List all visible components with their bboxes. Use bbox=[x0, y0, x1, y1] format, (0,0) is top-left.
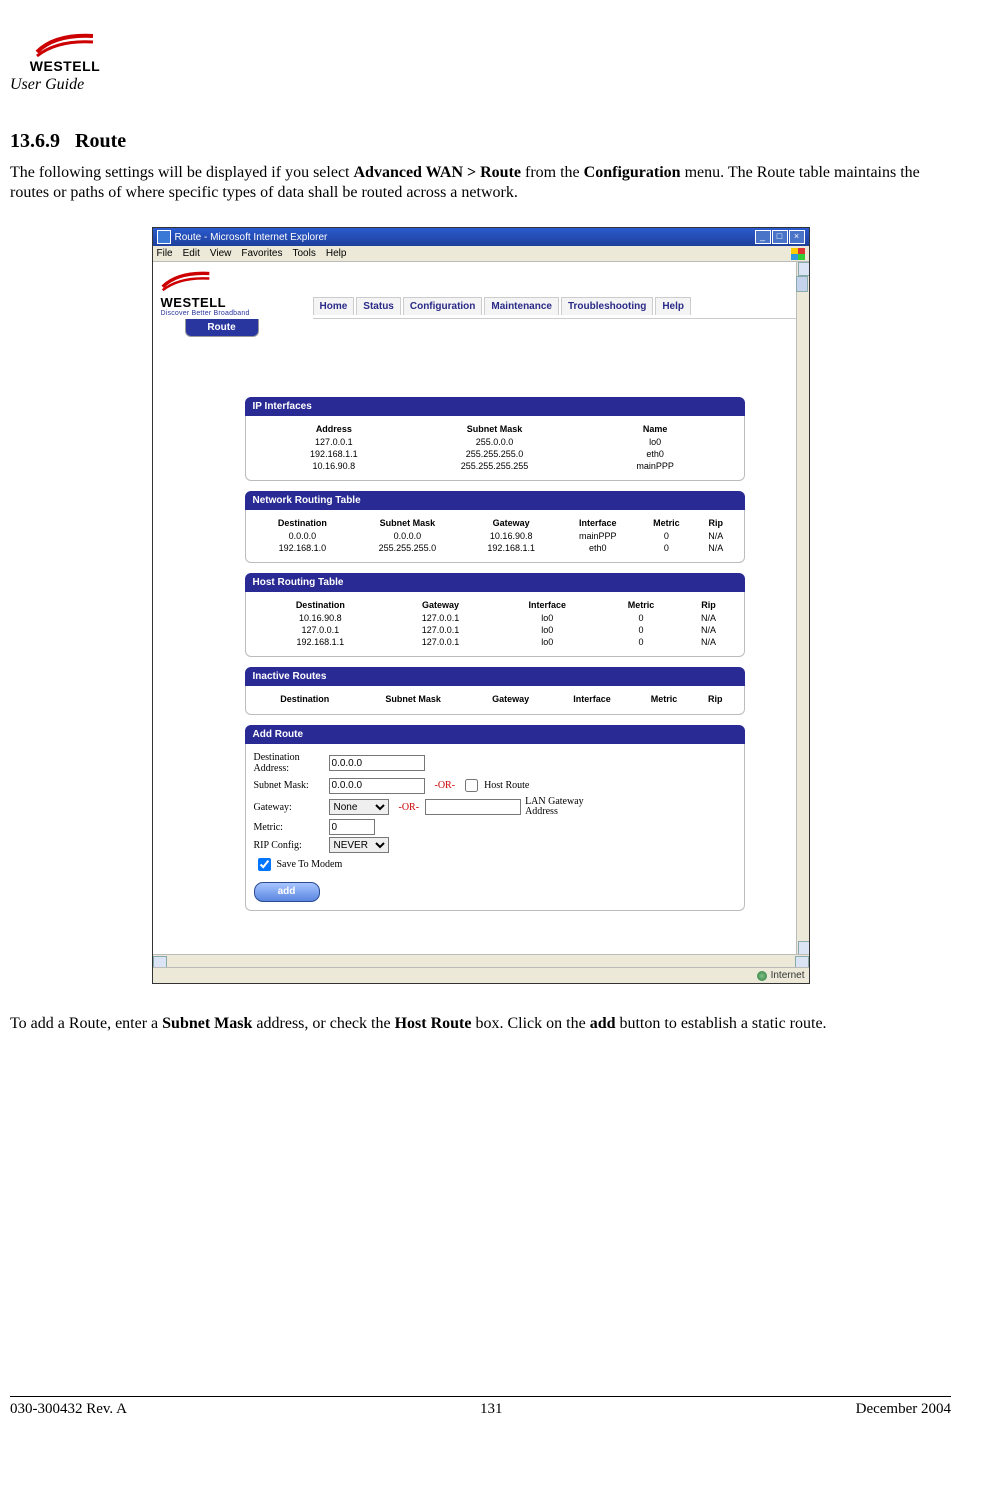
nav-status[interactable]: Status bbox=[356, 297, 401, 315]
titlebar: Route - Microsoft Internet Explorer _□× bbox=[153, 228, 809, 246]
viewport: WESTELL Discover Better Broadband Home S… bbox=[153, 262, 809, 967]
or-label-1: -OR- bbox=[435, 780, 456, 791]
swoosh-icon bbox=[35, 32, 95, 58]
section-number: 13.6.9 bbox=[10, 130, 60, 152]
panel-ip-interfaces: Address Subnet Mask Name 127.0.0.1255.0.… bbox=[245, 416, 745, 481]
westell-logo: WESTELL bbox=[10, 20, 120, 74]
panel-add-route: Destination Address: Subnet Mask: -OR- H… bbox=[245, 744, 745, 911]
nav-configuration[interactable]: Configuration bbox=[403, 297, 483, 315]
col-address: Address bbox=[254, 422, 415, 436]
status-bar: Internet bbox=[153, 967, 809, 983]
menu-view[interactable]: View bbox=[210, 248, 232, 259]
panel-inactive: DestinationSubnet MaskGatewayInterfaceMe… bbox=[245, 686, 745, 715]
section-title: Route bbox=[75, 130, 126, 152]
top-nav: Home Status Configuration Maintenance Tr… bbox=[313, 297, 797, 319]
nav-troubleshooting[interactable]: Troubleshooting bbox=[561, 297, 653, 315]
mask-label: Subnet Mask: bbox=[254, 780, 329, 791]
tagline: Discover Better Broadband bbox=[161, 310, 301, 317]
table-row: 10.16.90.8255.255.255.255mainPPP bbox=[254, 460, 736, 472]
page-footer: 030-300432 Rev. A 131 December 2004 bbox=[10, 1396, 951, 1418]
table-row: 192.168.1.1127.0.0.1lo00N/A bbox=[254, 636, 736, 648]
metric-input[interactable] bbox=[329, 819, 375, 835]
table-row: 0.0.0.00.0.0.010.16.90.8mainPPP0N/A bbox=[254, 530, 736, 542]
lan-gateway-input[interactable] bbox=[425, 799, 521, 815]
panel-ip-interfaces-title: IP Interfaces bbox=[245, 397, 745, 416]
table-row: 192.168.1.0255.255.255.0192.168.1.1eth00… bbox=[254, 542, 736, 554]
panel-hrt: DestinationGatewayInterfaceMetricRip 10.… bbox=[245, 592, 745, 657]
save-to-modem-label: Save To Modem bbox=[277, 859, 343, 870]
document-header: WESTELL bbox=[10, 20, 951, 74]
table-row: 127.0.0.1127.0.0.1lo00N/A bbox=[254, 624, 736, 636]
windows-flag-icon bbox=[791, 248, 805, 260]
panel-add-route-title: Add Route bbox=[245, 725, 745, 744]
rip-label: RIP Config: bbox=[254, 840, 329, 851]
add-button[interactable]: add bbox=[254, 882, 320, 902]
host-route-label: Host Route bbox=[484, 780, 529, 791]
section-heading: 13.6.9 Route bbox=[10, 130, 951, 153]
menu-file[interactable]: File bbox=[157, 248, 173, 259]
panel-nrt-title: Network Routing Table bbox=[245, 491, 745, 510]
page-logo: WESTELL Discover Better Broadband bbox=[155, 262, 307, 319]
save-to-modem-checkbox[interactable] bbox=[258, 858, 271, 871]
gateway-label: Gateway: bbox=[254, 802, 329, 813]
table-row: 10.16.90.8127.0.0.1lo00N/A bbox=[254, 612, 736, 624]
vertical-scrollbar[interactable] bbox=[796, 262, 809, 955]
gateway-select[interactable]: None bbox=[329, 799, 389, 815]
table-row: 127.0.0.1255.0.0.0lo0 bbox=[254, 436, 736, 448]
col-subnet: Subnet Mask bbox=[414, 422, 575, 436]
maximize-button[interactable]: □ bbox=[772, 230, 788, 244]
rip-select[interactable]: NEVER bbox=[329, 837, 389, 853]
metric-label: Metric: bbox=[254, 822, 329, 833]
lan-gateway-label: LAN Gateway Address bbox=[525, 797, 605, 817]
outro-paragraph: To add a Route, enter a Subnet Mask addr… bbox=[10, 1014, 951, 1034]
or-label-2: -OR- bbox=[399, 802, 420, 813]
footer-page: 131 bbox=[480, 1401, 503, 1418]
footer-left: 030-300432 Rev. A bbox=[10, 1401, 127, 1418]
menu-tools[interactable]: Tools bbox=[292, 248, 315, 259]
nav-maintenance[interactable]: Maintenance bbox=[484, 297, 559, 315]
panel-nrt: DestinationSubnet MaskGatewayInterfaceMe… bbox=[245, 510, 745, 563]
dest-label: Destination Address: bbox=[254, 752, 329, 774]
menu-favorites[interactable]: Favorites bbox=[241, 248, 282, 259]
ie-icon bbox=[157, 230, 171, 244]
col-name: Name bbox=[575, 422, 736, 436]
logo-text: WESTELL bbox=[30, 58, 100, 74]
close-button[interactable]: × bbox=[789, 230, 805, 244]
window-title: Route - Microsoft Internet Explorer bbox=[175, 232, 328, 243]
intro-paragraph: The following settings will be displayed… bbox=[10, 163, 951, 203]
minimize-button[interactable]: _ bbox=[755, 230, 771, 244]
horizontal-scrollbar[interactable] bbox=[153, 954, 809, 967]
dest-input[interactable] bbox=[329, 755, 425, 771]
side-tab-route[interactable]: Route bbox=[185, 319, 259, 337]
mask-input[interactable] bbox=[329, 778, 425, 794]
status-text: Internet bbox=[771, 970, 805, 981]
panel-hrt-title: Host Routing Table bbox=[245, 573, 745, 592]
swoosh-icon bbox=[161, 270, 211, 292]
nav-help[interactable]: Help bbox=[655, 297, 691, 315]
ie-window: Route - Microsoft Internet Explorer _□× … bbox=[152, 227, 810, 984]
globe-icon bbox=[757, 971, 767, 981]
menubar: File Edit View Favorites Tools Help bbox=[153, 246, 809, 262]
panel-inactive-title: Inactive Routes bbox=[245, 667, 745, 686]
nav-home[interactable]: Home bbox=[313, 297, 355, 315]
table-row: 192.168.1.1255.255.255.0eth0 bbox=[254, 448, 736, 460]
footer-right: December 2004 bbox=[856, 1401, 951, 1418]
user-guide-label: User Guide bbox=[10, 76, 951, 94]
host-route-checkbox[interactable] bbox=[465, 779, 478, 792]
brand-text: WESTELL bbox=[161, 295, 301, 310]
menu-help[interactable]: Help bbox=[326, 248, 347, 259]
menu-edit[interactable]: Edit bbox=[183, 248, 200, 259]
